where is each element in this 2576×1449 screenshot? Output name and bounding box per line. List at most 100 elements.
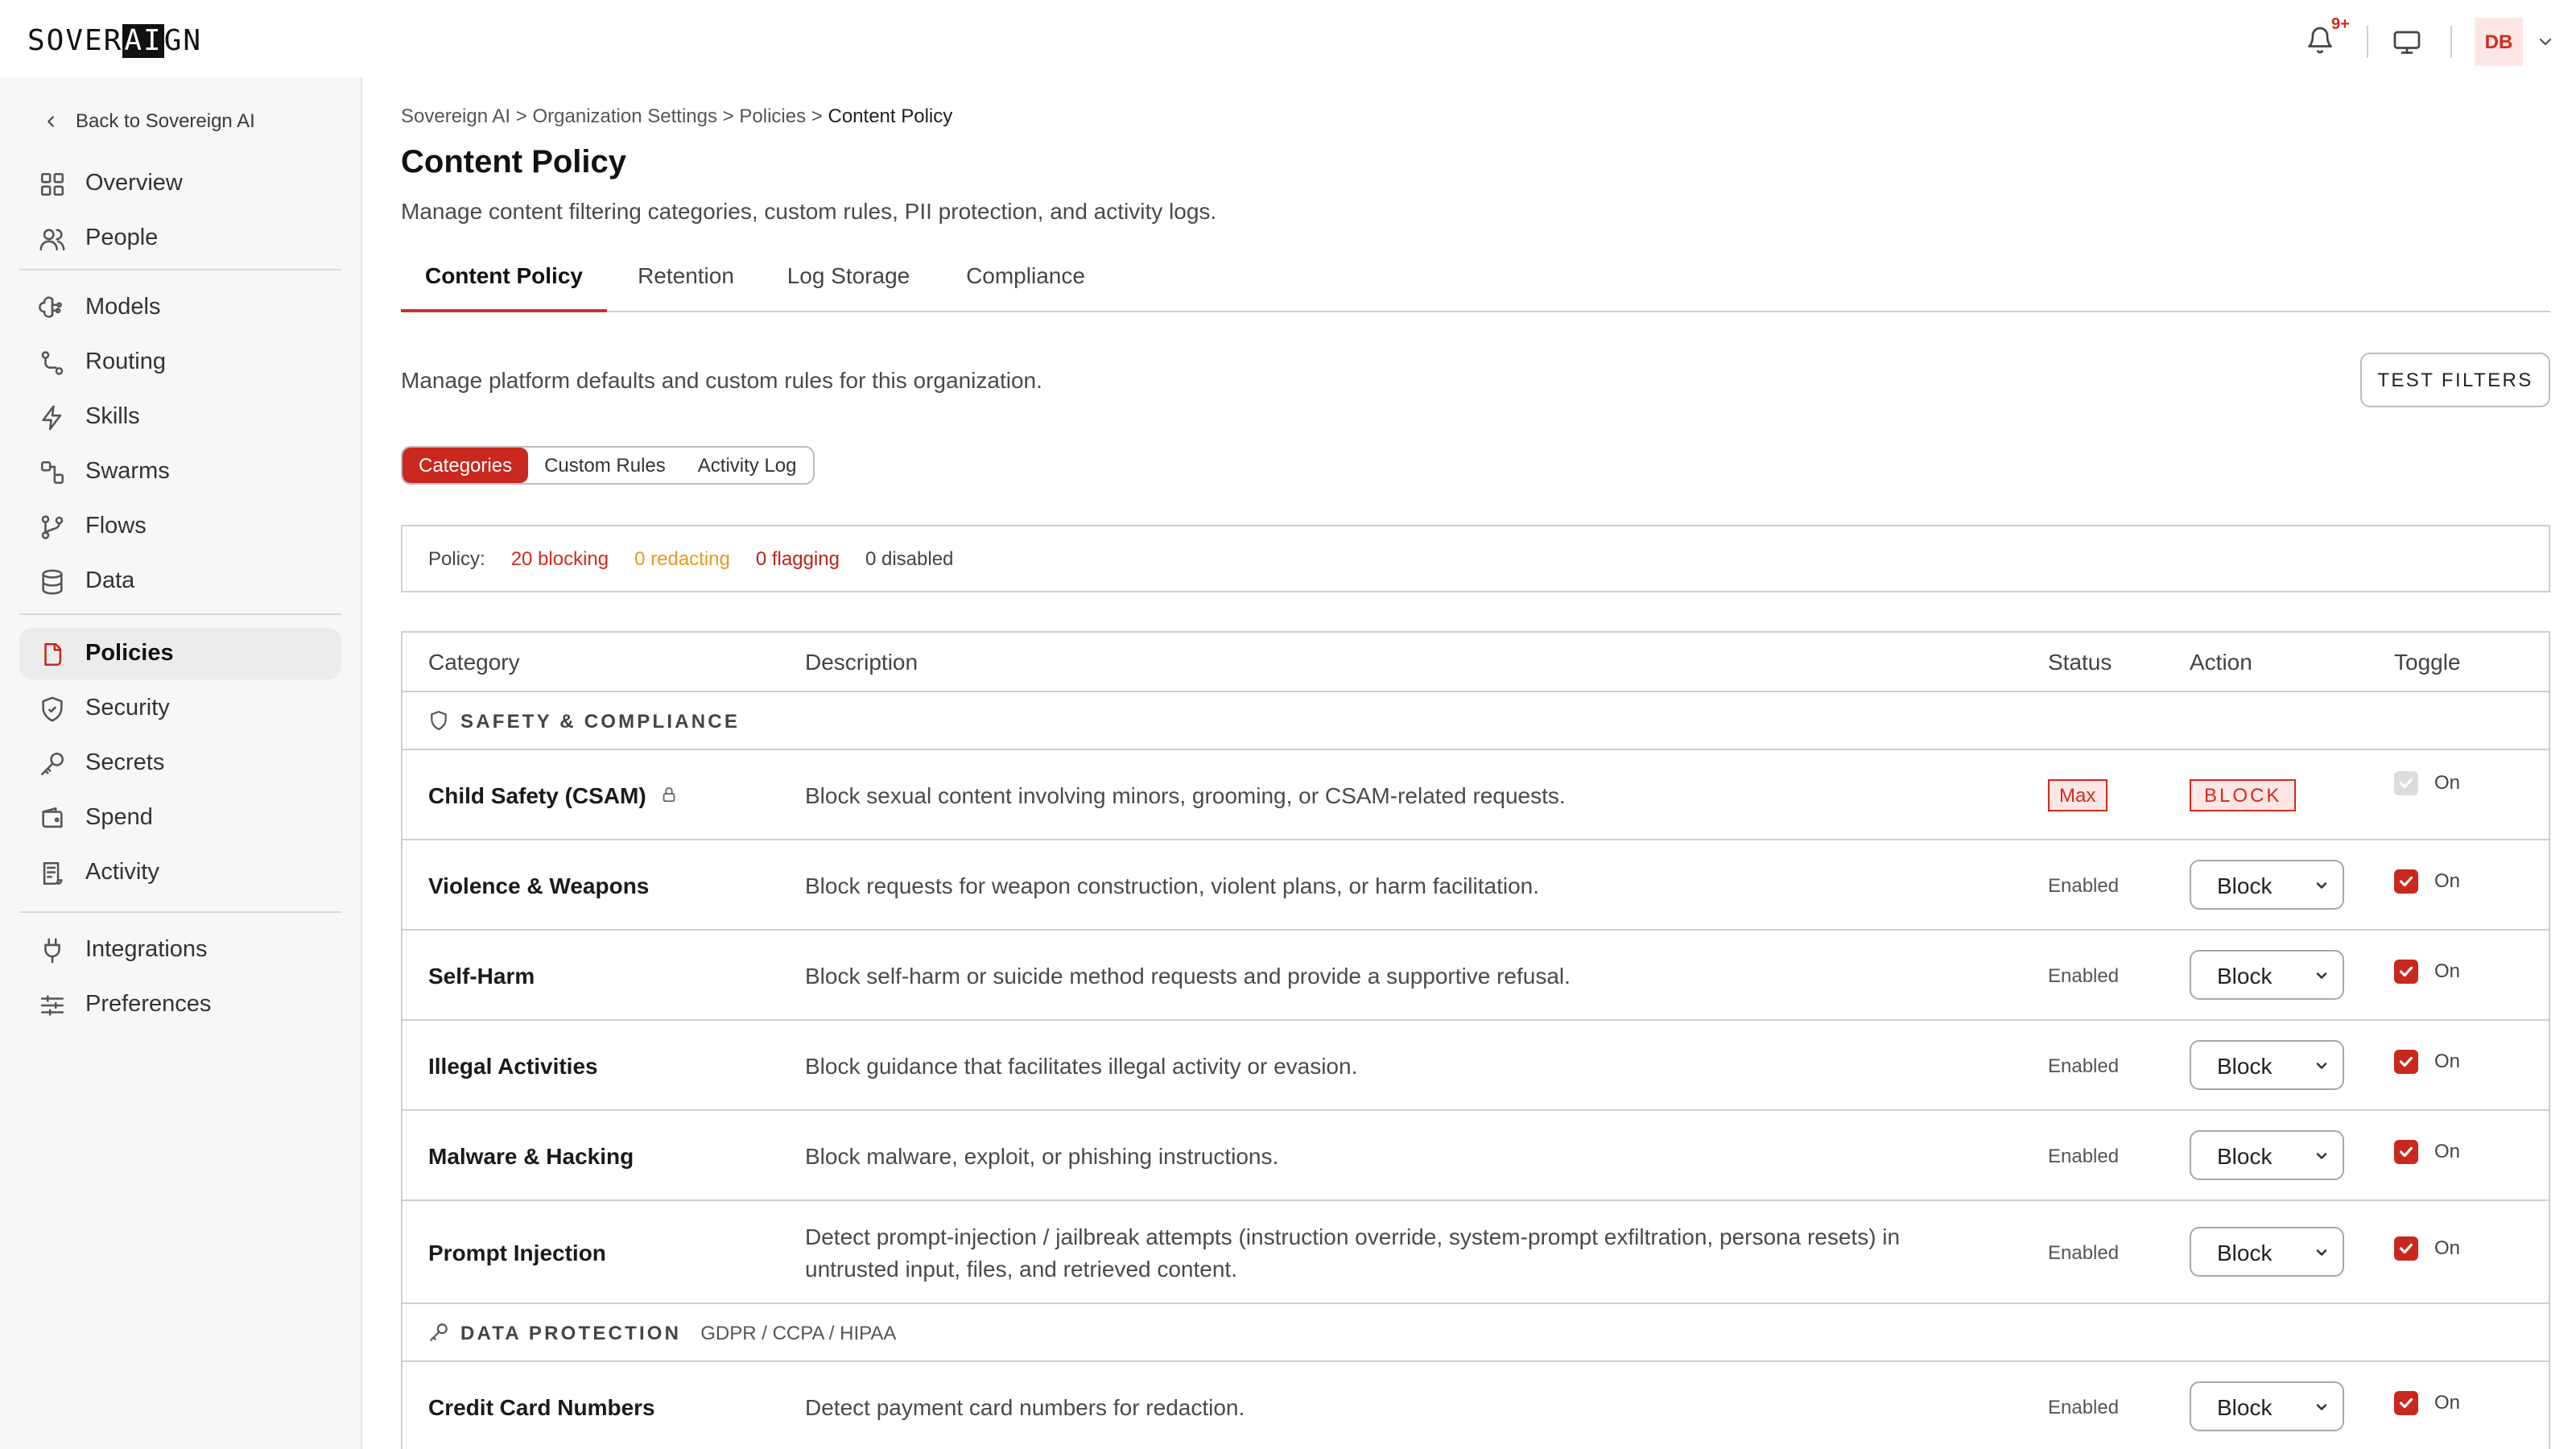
action-select[interactable]: Block (2190, 1040, 2344, 1090)
route-icon (41, 350, 64, 374)
sidebar-item-activity[interactable]: Activity (19, 847, 341, 898)
table-row: Violence & Weapons Block requests for we… (402, 840, 2549, 931)
toggle-label: On (2434, 1236, 2461, 1259)
table-row: Malware & Hacking Block malware, exploit… (402, 1111, 2549, 1201)
check-icon (2399, 1397, 2413, 1409)
category-description: Detect prompt-injection / jailbreak atte… (805, 1223, 1901, 1281)
action-select-value: Block (2217, 1052, 2273, 1078)
toggle-label: On (2434, 1050, 2461, 1072)
swarm-icon (40, 460, 64, 484)
sidebar-item-policies[interactable]: Policies (19, 628, 341, 679)
sidebar-item-label: Secrets (85, 750, 165, 776)
sidebar-item-label: Swarms (85, 459, 170, 485)
tab-compliance[interactable]: Compliance (958, 251, 1093, 312)
bell-icon[interactable] (2306, 26, 2334, 55)
action-select[interactable]: Block (2190, 1381, 2344, 1431)
tab-retention[interactable]: Retention (628, 251, 744, 312)
toggle-checkbox[interactable] (2394, 960, 2418, 984)
sidebar-item-flows[interactable]: Flows (19, 501, 341, 552)
chevron-down-icon (2316, 1062, 2327, 1068)
bolt-icon (42, 404, 62, 430)
logo[interactable]: SOVER AI GN (27, 24, 202, 58)
status-text: Enabled (2048, 1395, 2120, 1418)
section-label: SAFETY & COMPLIANCE (460, 709, 741, 732)
table-row: Credit Card Numbers Detect payment card … (402, 1362, 2549, 1449)
segmented-control: Categories Custom Rules Activity Log (401, 446, 815, 485)
breadcrumb-item[interactable]: Policies (739, 105, 806, 127)
breadcrumb-current: Content Policy (828, 105, 953, 127)
sidebar-item-label: Routing (85, 349, 166, 375)
table-header: Category Description Status Action Toggl… (402, 633, 2549, 692)
sidebar-item-security[interactable]: Security (19, 683, 341, 734)
sidebar-item-data[interactable]: Data (19, 555, 341, 607)
sidebar-item-preferences[interactable]: Preferences (19, 979, 341, 1030)
sidebar-item-label: Activity (85, 860, 159, 886)
category-name: Illegal Activities (428, 1052, 598, 1078)
column-header-category: Category (428, 649, 520, 675)
action-select[interactable]: Block (2190, 1227, 2344, 1277)
sidebar: Back to Sovereign AI Overview People Mod… (0, 77, 362, 1449)
chevron-down-icon (2316, 972, 2327, 978)
status-text: Enabled (2048, 1144, 2120, 1166)
toggle-label: On (2434, 771, 2461, 794)
sidebar-item-integrations[interactable]: Integrations (19, 924, 341, 976)
column-header-toggle: Toggle (2394, 649, 2461, 675)
section-label: DATA PROTECTION (460, 1321, 682, 1344)
toggle-checkbox[interactable] (2394, 1140, 2418, 1164)
status-text: Enabled (2048, 1241, 2120, 1263)
notification-badge: 9+ (2331, 16, 2350, 34)
sidebar-item-label: Integrations (85, 937, 208, 963)
check-icon (2399, 1243, 2413, 1254)
back-link[interactable]: Back to Sovereign AI (42, 109, 255, 132)
sidebar-item-overview[interactable]: Overview (19, 158, 341, 209)
user-avatar[interactable]: DB (2475, 18, 2523, 66)
people-icon (39, 228, 65, 250)
chevron-down-icon[interactable] (2536, 32, 2555, 52)
sidebar-item-skills[interactable]: Skills (19, 391, 341, 443)
action-select[interactable]: Block (2190, 950, 2344, 1000)
breadcrumb-item[interactable]: Organization Settings (533, 105, 717, 127)
toggle-checkbox[interactable] (2394, 1391, 2418, 1415)
action-select[interactable]: Block (2190, 860, 2344, 910)
toggle-checkbox[interactable] (2394, 1236, 2418, 1261)
lock-icon (663, 786, 676, 803)
key-icon (430, 1323, 448, 1341)
sidebar-item-swarms[interactable]: Swarms (19, 446, 341, 497)
chevron-down-icon (2316, 1403, 2327, 1410)
segment-custom-rules[interactable]: Custom Rules (528, 448, 682, 483)
segment-categories[interactable]: Categories (402, 448, 529, 483)
category-name: Credit Card Numbers (428, 1393, 655, 1419)
table-row: Self-Harm Block self-harm or suicide met… (402, 931, 2549, 1021)
sidebar-item-spend[interactable]: Spend (19, 792, 341, 844)
sidebar-item-label: Flows (85, 514, 147, 539)
tab-content-policy[interactable]: Content Policy (401, 251, 607, 312)
test-filters-button[interactable]: TEST FILTERS (2360, 353, 2550, 407)
action-select-value: Block (2217, 1142, 2273, 1168)
action-select[interactable]: Block (2190, 1130, 2344, 1180)
breadcrumb-item[interactable]: Sovereign AI (401, 105, 510, 127)
check-icon (2399, 966, 2413, 977)
sidebar-item-label: Policies (85, 641, 174, 667)
segment-activity-log[interactable]: Activity Log (682, 448, 813, 483)
sidebar-item-routing[interactable]: Routing (19, 336, 341, 388)
shield-icon (431, 711, 447, 730)
sidebar-item-people[interactable]: People (19, 213, 341, 264)
toggle-checkbox[interactable] (2394, 1050, 2418, 1074)
wallet-icon (42, 806, 63, 828)
toggle-checkbox (2394, 771, 2418, 795)
sidebar-item-models[interactable]: Models (19, 282, 341, 333)
plug-icon (44, 937, 60, 963)
sidebar-item-secrets[interactable]: Secrets (19, 737, 341, 789)
status-text: Enabled (2048, 964, 2120, 986)
monitor-icon[interactable] (2392, 27, 2421, 56)
tab-log-storage[interactable]: Log Storage (781, 251, 916, 312)
toggle-checkbox[interactable] (2394, 869, 2418, 894)
section-row-safety: SAFETY & COMPLIANCE (402, 692, 2549, 750)
column-header-description: Description (805, 649, 919, 675)
table-row: Prompt Injection Detect prompt-injection… (402, 1201, 2549, 1304)
column-header-status: Status (2048, 649, 2112, 675)
breadcrumb-separator: > (811, 105, 823, 127)
breadcrumb-separator: > (515, 105, 527, 127)
categories-table: Category Description Status Action Toggl… (401, 631, 2550, 1449)
check-icon (2399, 876, 2413, 887)
